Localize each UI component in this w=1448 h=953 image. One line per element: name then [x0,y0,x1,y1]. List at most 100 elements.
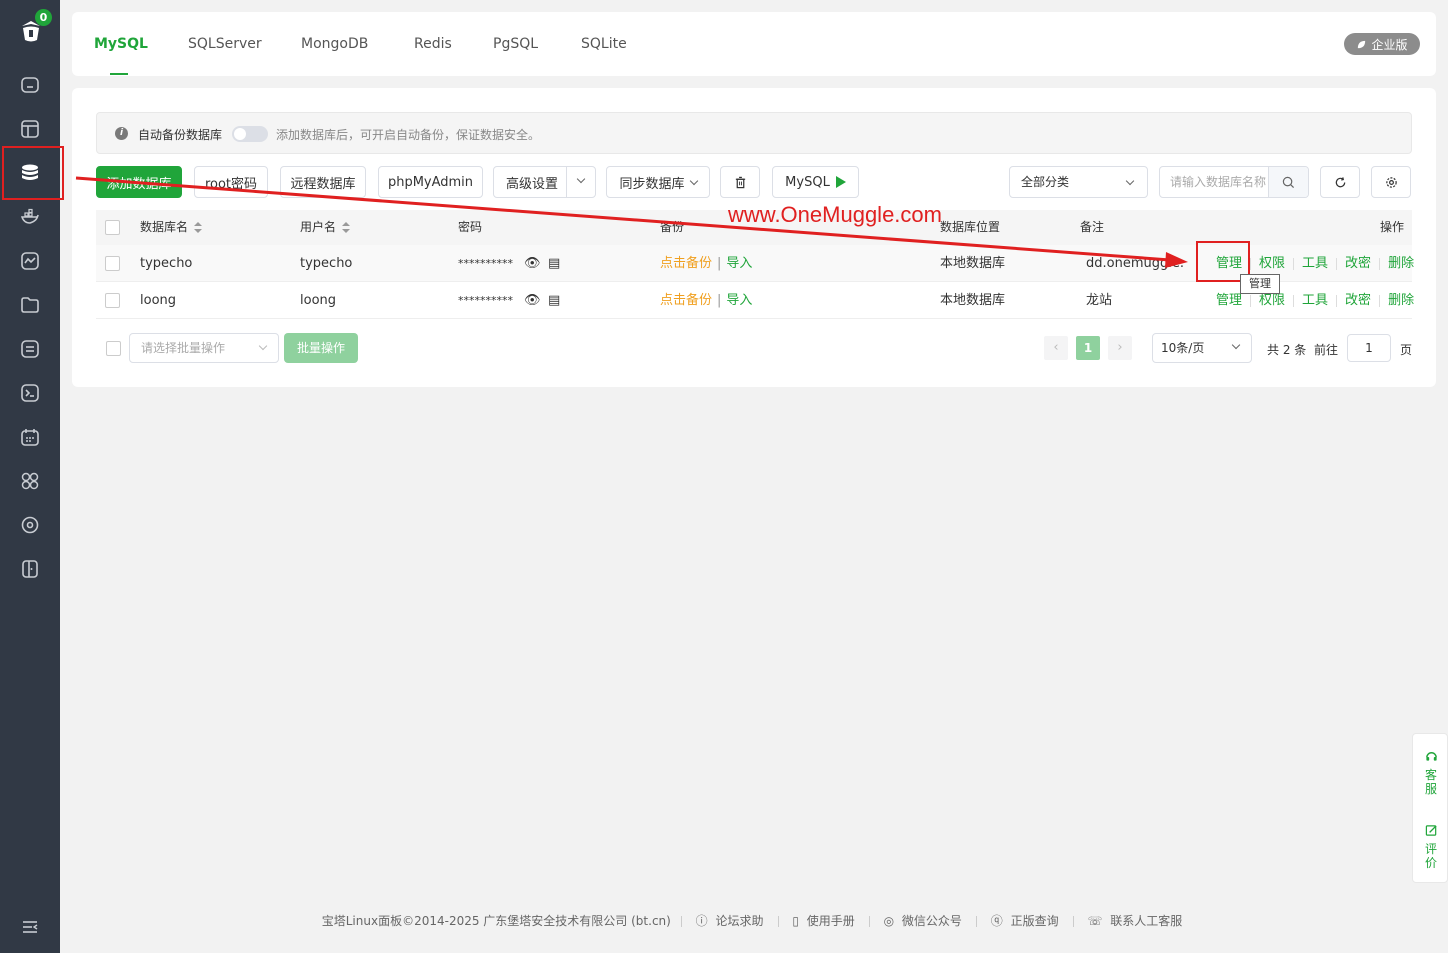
auto-backup-notice: i 自动备份数据库 添加数据库后，可开启自动备份，保证数据安全。 [96,112,1412,154]
col-user-header[interactable]: 用户名 [300,210,351,245]
contact-support-link[interactable]: ☏ 联系人工客服 [1087,914,1186,928]
page-number[interactable]: 1 [1076,336,1100,360]
monitor-icon[interactable] [18,249,42,273]
chevron-down-icon [1231,340,1241,350]
total-count: 共 2 条 [1267,343,1307,357]
change-password-link[interactable]: 改密 [1345,293,1371,308]
settings-button[interactable] [1371,166,1411,198]
backup-link[interactable]: 点击备份 [660,256,712,271]
search-button[interactable] [1268,167,1308,197]
col-location-header: 数据库位置 [940,220,1001,234]
database-panel: i 自动备份数据库 添加数据库后，可开启自动备份，保证数据安全。 添加数据库 r… [72,88,1436,387]
mysql-service-label: MySQL [785,174,830,190]
row-checkbox[interactable] [105,293,120,308]
remote-database-button[interactable]: 远程数据库 [280,166,366,198]
page-size-select[interactable]: 10条/页 [1152,333,1252,363]
manage-link[interactable]: 管理 [1216,293,1242,308]
change-password-link[interactable]: 改密 [1345,256,1371,271]
tab-mysql[interactable]: MySQL [94,36,148,52]
page-suffix: 页 [1400,343,1413,357]
play-icon [835,176,846,188]
logout-icon[interactable] [18,557,42,581]
delete-link[interactable]: 删除 [1388,293,1414,308]
auto-backup-label: 自动备份数据库 [138,128,223,142]
search-input[interactable] [1160,167,1270,197]
mysql-service-button[interactable]: MySQL [772,166,859,198]
apps-icon[interactable] [18,469,42,493]
copy-icon[interactable]: ▤ [548,245,560,282]
notification-badge[interactable]: 0 [35,9,52,26]
show-password-icon[interactable]: 👁 [524,282,541,319]
col-user-label: 用户名 [300,220,337,234]
sync-database-label: 同步数据库 [619,176,685,192]
batch-action-select[interactable]: 请选择批量操作 [129,333,279,363]
recycle-bin-button[interactable] [720,166,760,198]
footer-separator [777,916,779,927]
tab-redis[interactable]: Redis [414,36,452,52]
db-remark[interactable]: dd.onemuggle.com [1086,245,1184,282]
footer-separator [680,916,682,927]
import-link[interactable]: 导入 [726,256,752,271]
auto-backup-toggle[interactable] [232,126,268,142]
sync-database-button[interactable]: 同步数据库 [606,166,710,198]
advanced-settings-button[interactable]: 高级设置 [493,166,596,198]
backup-link[interactable]: 点击备份 [660,293,712,308]
permission-link[interactable]: 权限 [1259,293,1285,308]
refresh-icon [1335,176,1345,187]
tools-link[interactable]: 工具 [1302,256,1328,271]
license-check-link[interactable]: ⓠ 正版查询 [991,914,1063,928]
review-button[interactable]: 评价 [1413,824,1448,870]
enterprise-button[interactable]: 企业版 [1344,33,1420,55]
goto-page-input[interactable]: 1 [1347,334,1391,362]
row-checkbox[interactable] [105,256,120,271]
next-page-button[interactable]: › [1108,336,1132,360]
menu-collapse-icon[interactable] [18,915,42,939]
cron-icon[interactable] [18,425,42,449]
docker-icon[interactable] [18,205,42,229]
delete-link[interactable]: 删除 [1388,256,1414,271]
tab-pgsql[interactable]: PgSQL [493,36,538,52]
import-link[interactable]: 导入 [726,293,752,308]
customer-service-button[interactable]: 客服 [1413,750,1448,796]
tab-mongodb[interactable]: MongoDB [301,36,368,52]
permission-link[interactable]: 权限 [1259,256,1285,271]
phpmyadmin-button[interactable]: phpMyAdmin [378,166,483,198]
ops-separator [1379,257,1381,270]
root-password-button[interactable]: root密码 [194,166,268,198]
add-database-button[interactable]: 添加数据库 [96,166,182,198]
terminal-icon[interactable] [18,381,42,405]
chevron-down-icon[interactable] [576,174,586,184]
db-remark[interactable]: 龙站 [1086,282,1184,319]
leaf-icon [1358,40,1366,48]
copy-icon[interactable]: ▤ [548,282,560,319]
tools-link[interactable]: 工具 [1302,293,1328,308]
db-location: 本地数据库 [940,256,1006,271]
category-select[interactable]: 全部分类 [1009,166,1148,198]
forum-link[interactable]: ⓘ 论坛求助 [696,914,768,928]
files-icon[interactable] [18,293,42,317]
db-location: 本地数据库 [940,293,1006,308]
backup-cell: 点击备份 | 导入 [660,282,752,319]
website-icon[interactable] [18,117,42,141]
show-password-icon[interactable]: 👁 [524,245,541,282]
logs-icon[interactable] [18,337,42,361]
db-name: loong [140,293,177,308]
select-all-checkbox[interactable] [105,220,120,235]
tab-sqlite[interactable]: SQLite [581,36,627,52]
floating-service-panel: 客服 评价 [1412,733,1448,883]
license-check-label: 正版查询 [1010,914,1059,928]
batch-action-button[interactable]: 批量操作 [284,333,358,363]
chevron-down-icon [258,341,268,351]
footer-separator [975,916,977,927]
settings-icon[interactable] [18,513,42,537]
wechat-link[interactable]: ◎ 微信公众号 [884,914,966,928]
tab-sqlserver[interactable]: SQLServer [188,36,262,52]
enterprise-label: 企业版 [1371,37,1408,52]
prev-page-button[interactable]: ‹ [1044,336,1068,360]
edit-icon [1425,825,1437,836]
home-icon[interactable] [18,73,42,97]
col-name-header[interactable]: 数据库名 [140,210,203,245]
refresh-button[interactable] [1320,166,1360,198]
manual-link[interactable]: ▯ 使用手册 [792,914,858,928]
batch-checkbox[interactable] [106,341,121,356]
